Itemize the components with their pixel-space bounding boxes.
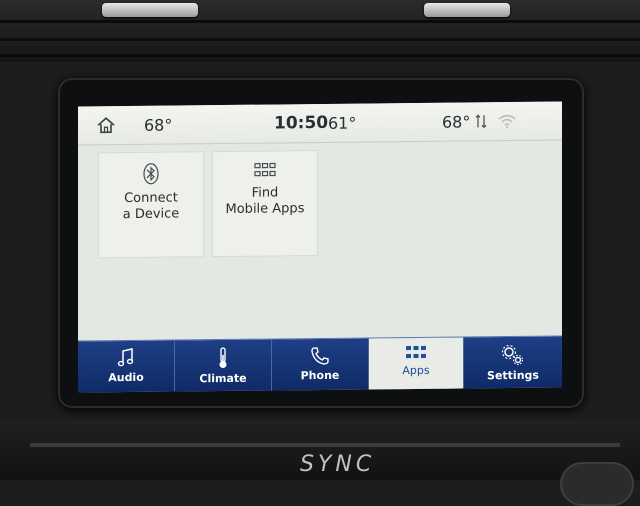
apps-grid-icon	[406, 345, 426, 359]
control-dial[interactable]	[560, 462, 634, 506]
dashboard-top	[0, 0, 640, 62]
nav-audio-label: Audio	[108, 370, 144, 385]
nav-settings-label: Settings	[487, 368, 539, 383]
home-icon[interactable]	[96, 115, 116, 135]
bluetooth-icon	[143, 163, 159, 185]
nav-phone-label: Phone	[300, 368, 340, 383]
chrome-trim	[30, 443, 620, 447]
phone-icon	[311, 347, 329, 365]
data-transfer-icon	[475, 114, 487, 129]
connect-device-label-line1: Connect	[124, 190, 178, 207]
vent-knob-left[interactable]	[102, 3, 198, 17]
nav-climate-button[interactable]: Climate	[175, 339, 272, 393]
nav-apps-button[interactable]: Apps	[369, 337, 464, 391]
vent-slat	[0, 20, 640, 23]
thermometer-icon	[219, 347, 227, 369]
passenger-temperature[interactable]: 68°	[442, 112, 470, 131]
connect-device-label-line2: a Device	[122, 206, 180, 223]
driver-temperature[interactable]: 68°	[144, 116, 172, 135]
gear-icon	[501, 344, 524, 365]
nav-apps-label: Apps	[402, 363, 430, 378]
grid-icon	[254, 162, 276, 177]
nav-climate-label: Climate	[199, 371, 247, 386]
find-apps-label-line2: Mobile Apps	[225, 201, 305, 217]
outside-temperature: 61°	[328, 113, 357, 133]
bottom-nav-bar: Audio Climate Phone Apps Settings	[78, 335, 562, 393]
sync-logo: SYNC	[300, 452, 376, 477]
vent-slat	[0, 38, 640, 41]
clock: 10:50	[274, 112, 329, 134]
status-bar: 68° 10:50 61° 68°	[78, 101, 562, 146]
vent-knob-right[interactable]	[424, 3, 510, 17]
nav-phone-button[interactable]: Phone	[272, 338, 369, 392]
find-apps-label-line1: Find	[251, 185, 279, 201]
find-mobile-apps-tile[interactable]: Find Mobile Apps	[212, 150, 318, 258]
nav-settings-button[interactable]: Settings	[464, 336, 562, 389]
music-note-icon	[117, 348, 134, 367]
sync-screen: 68° 10:50 61° 68° Connect a Device Find …	[78, 101, 562, 393]
wifi-icon	[498, 114, 516, 129]
nav-audio-button[interactable]: Audio	[78, 340, 175, 393]
connect-device-tile[interactable]: Connect a Device	[98, 151, 204, 259]
vent-slat	[0, 54, 640, 57]
